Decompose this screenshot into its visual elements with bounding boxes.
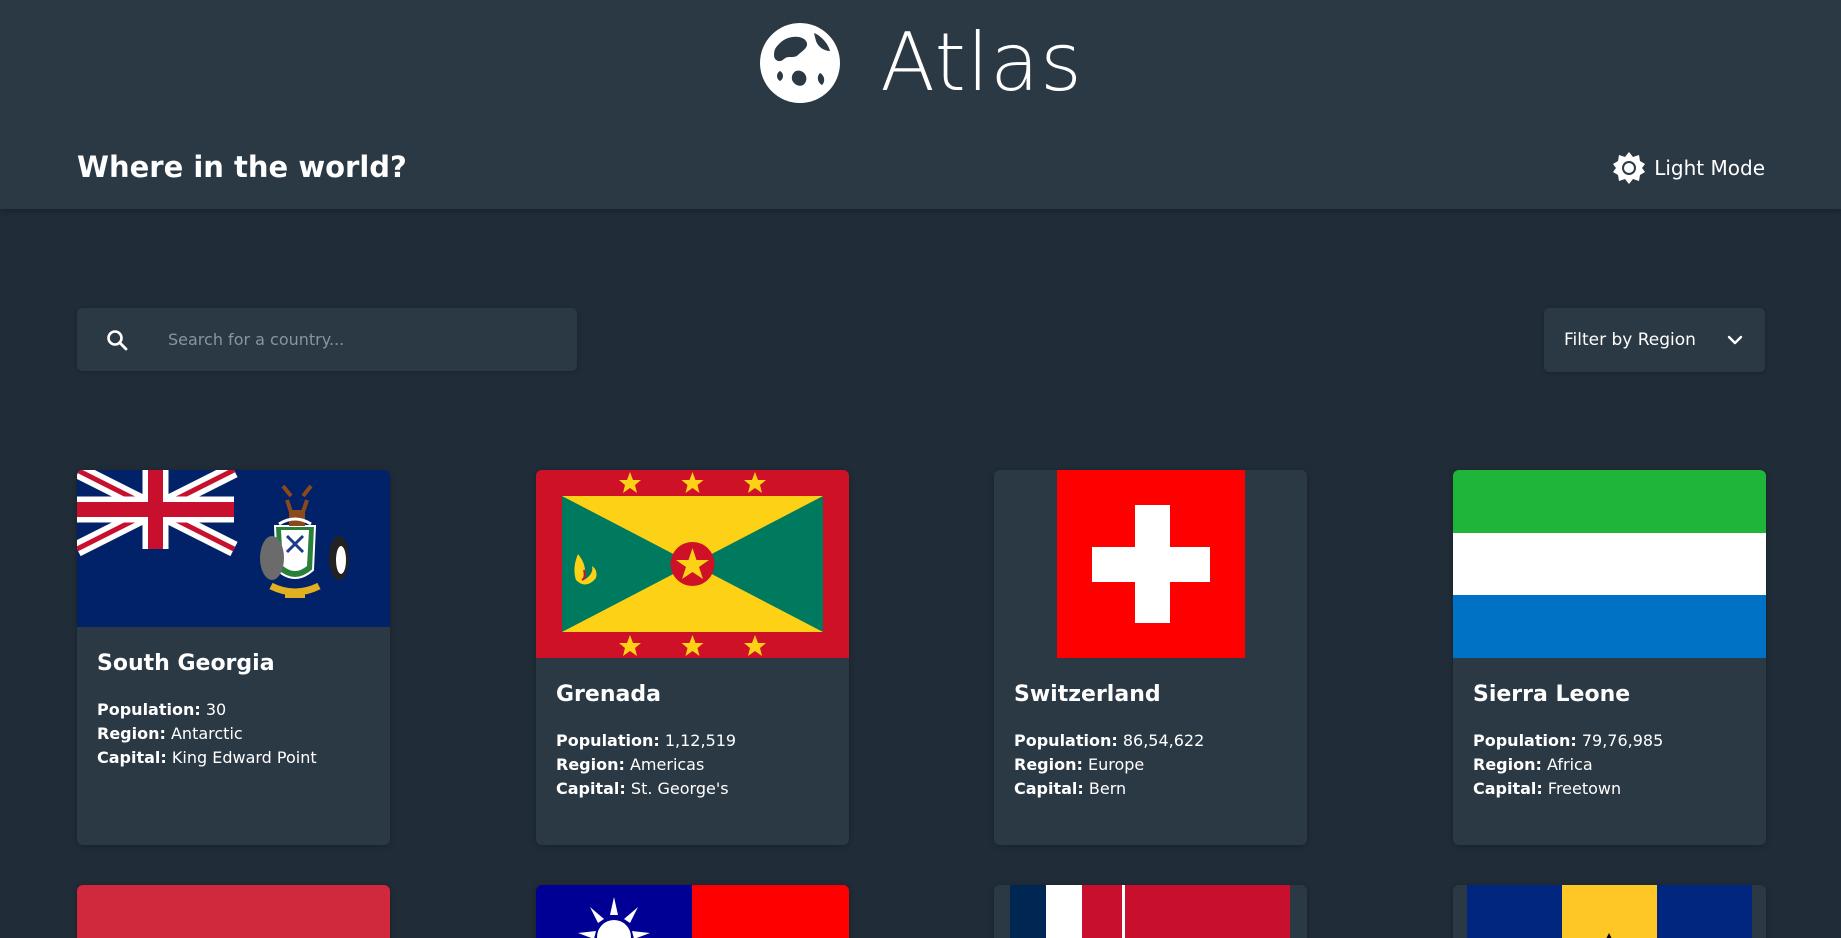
country-capital: Capital: St. George's	[556, 779, 729, 798]
country-card[interactable]	[77, 885, 390, 938]
country-card[interactable]	[1453, 885, 1766, 938]
country-name: Sierra Leone	[1473, 682, 1631, 707]
sun-icon	[1613, 152, 1646, 184]
brand-name: Atlas	[880, 16, 1083, 109]
chevron-down-icon	[1727, 335, 1743, 345]
country-population: Population: 1,12,519	[556, 731, 737, 750]
country-flag	[994, 470, 1307, 658]
search-input[interactable]	[168, 330, 548, 349]
globe-icon	[760, 23, 841, 103]
country-population: Population: 30	[97, 700, 227, 719]
country-card[interactable]: Switzerland Population: 86,54,622 Region…	[994, 470, 1307, 845]
country-flag	[1453, 470, 1766, 658]
brand: Atlas	[0, 18, 1841, 108]
country-card[interactable]	[536, 885, 849, 938]
page-title: Where in the world?	[77, 150, 407, 184]
country-region: Region: Antarctic	[97, 724, 243, 743]
country-region: Region: Europe	[1014, 755, 1145, 774]
country-flag	[1453, 885, 1766, 938]
country-name: South Georgia	[97, 651, 275, 676]
theme-toggle-button[interactable]: Light Mode	[1612, 151, 1765, 185]
country-flag	[77, 885, 390, 938]
search-icon	[107, 329, 128, 350]
theme-toggle-label: Light Mode	[1654, 156, 1765, 180]
search-box	[77, 308, 577, 371]
country-name: Grenada	[556, 682, 661, 707]
country-card[interactable]: Grenada Population: 1,12,519 Region: Ame…	[536, 470, 849, 845]
country-region: Region: Americas	[556, 755, 705, 774]
country-capital: Capital: King Edward Point	[97, 748, 317, 767]
region-filter-dropdown[interactable]: Filter by Region	[1544, 308, 1765, 372]
country-flag	[536, 885, 849, 938]
country-card[interactable]: South Georgia Population: 30 Region: Ant…	[77, 470, 390, 845]
country-card[interactable]: Sierra Leone Population: 79,76,985 Regio…	[1453, 470, 1766, 845]
app-header: Atlas Where in the world? Light Mode	[0, 0, 1841, 209]
country-flag	[77, 470, 390, 627]
country-capital: Capital: Bern	[1014, 779, 1127, 798]
country-population: Population: 79,76,985	[1473, 731, 1664, 750]
country-region: Region: Africa	[1473, 755, 1593, 774]
country-name: Switzerland	[1014, 682, 1161, 707]
country-population: Population: 86,54,622	[1014, 731, 1205, 750]
country-card[interactable]	[994, 885, 1307, 938]
region-filter-label: Filter by Region	[1564, 330, 1696, 350]
country-flag	[536, 470, 849, 658]
country-capital: Capital: Freetown	[1473, 779, 1622, 798]
country-flag	[994, 885, 1307, 938]
